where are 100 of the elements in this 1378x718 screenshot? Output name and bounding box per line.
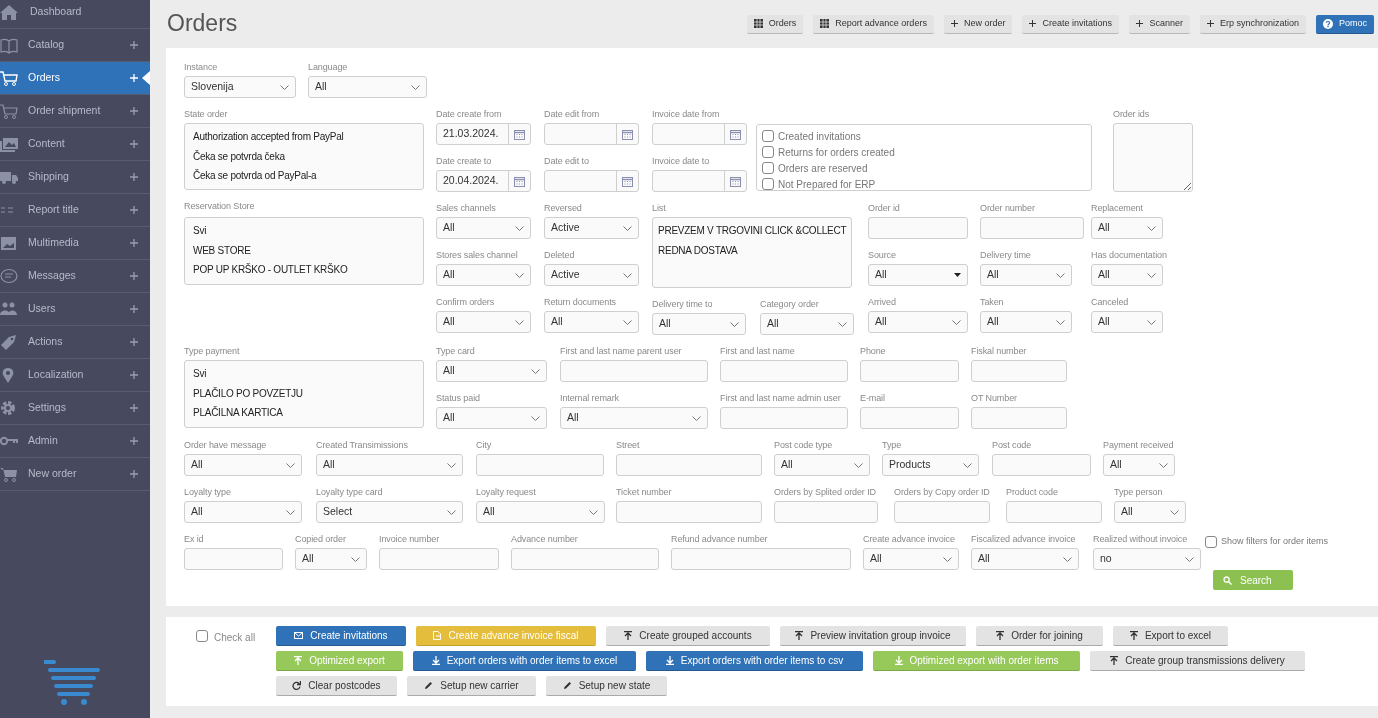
text-field[interactable]	[379, 548, 499, 570]
text-field[interactable]	[720, 360, 848, 382]
select-field[interactable]: All	[295, 548, 367, 570]
action-button[interactable]: Export orders with order items to excel	[413, 651, 636, 671]
text-field[interactable]	[184, 548, 283, 570]
text-field[interactable]	[1006, 501, 1102, 523]
date-field[interactable]	[544, 170, 639, 192]
text-field[interactable]	[511, 548, 659, 570]
sidebar-item[interactable]: Multimedia	[0, 227, 150, 260]
toolbar-button[interactable]: Orders	[746, 14, 804, 34]
text-field[interactable]	[894, 501, 990, 523]
select-field[interactable]: All	[436, 360, 547, 382]
text-field[interactable]	[720, 407, 848, 429]
sidebar-item[interactable]: Content	[0, 128, 150, 161]
action-button[interactable]: Create invitations	[276, 626, 406, 646]
list-option[interactable]: Authorization accepted from PayPal	[193, 127, 415, 147]
select-field[interactable]: All	[774, 454, 870, 476]
select-field[interactable]: Select	[316, 501, 463, 523]
text-field[interactable]	[980, 217, 1084, 239]
date-field[interactable]	[652, 170, 747, 192]
sidebar-item[interactable]: Shipping	[0, 161, 150, 194]
select-field[interactable]: All	[868, 311, 968, 333]
text-field[interactable]	[616, 454, 762, 476]
text-field[interactable]	[860, 407, 959, 429]
toolbar-button[interactable]: Scanner	[1129, 14, 1190, 34]
date-field[interactable]: 20.04.2024.	[436, 170, 531, 192]
select-field[interactable]: All	[863, 548, 959, 570]
select-field[interactable]: Products	[882, 454, 979, 476]
select-field[interactable]: All	[868, 264, 968, 286]
sidebar-item[interactable]: Order shipment	[0, 95, 150, 128]
sidebar-item[interactable]: Admin	[0, 425, 150, 458]
action-button[interactable]: Export to excel	[1113, 626, 1228, 646]
list-option[interactable]: PLAČILO PO POVZETJU	[193, 383, 415, 403]
select-field[interactable]: All	[560, 407, 708, 429]
sidebar-item[interactable]: Report title	[0, 194, 150, 227]
text-field[interactable]	[616, 501, 762, 523]
checkbox[interactable]	[1205, 536, 1217, 548]
text-field[interactable]	[671, 548, 851, 570]
text-area[interactable]	[1113, 123, 1193, 192]
toolbar-button[interactable]: Create invitations	[1022, 14, 1120, 34]
list-option[interactable]: Čeka se potvrda od PayPal-a	[193, 166, 415, 186]
sidebar-item[interactable]: Orders	[0, 62, 150, 95]
checkbox[interactable]	[196, 630, 208, 642]
toolbar-button[interactable]: Erp synchronization	[1199, 14, 1306, 34]
action-button[interactable]: Setup new state	[546, 676, 667, 696]
action-button[interactable]: Preview invitation group invoice	[780, 626, 966, 646]
select-field[interactable]: All	[980, 311, 1072, 333]
sidebar-item[interactable]: Dashboard	[0, 0, 150, 29]
toolbar-button[interactable]: Report advance orders	[813, 14, 934, 34]
text-field[interactable]	[774, 501, 878, 523]
sidebar-item[interactable]: Messages	[0, 260, 150, 293]
text-field[interactable]	[560, 360, 708, 382]
select-field[interactable]: All	[1091, 264, 1163, 286]
sidebar-item[interactable]: Actions	[0, 326, 150, 359]
sidebar-item[interactable]: Localization	[0, 359, 150, 392]
list-option[interactable]: Svi	[193, 364, 415, 384]
select-field[interactable]: All	[652, 313, 746, 335]
select-field[interactable]: All	[1091, 311, 1163, 333]
select-field[interactable]: All	[1114, 501, 1186, 523]
date-field[interactable]	[652, 123, 747, 145]
action-button[interactable]: Clear postcodes	[276, 676, 397, 696]
select-field[interactable]: All	[544, 311, 639, 333]
action-button[interactable]: Create group transmissions delivery	[1090, 651, 1305, 671]
select-field[interactable]: Active	[544, 264, 639, 286]
list-option[interactable]: PLAČILNA KARTICA	[193, 403, 415, 423]
date-field[interactable]: 21.03.2024.	[436, 123, 531, 145]
toolbar-button[interactable]: New order	[943, 14, 1013, 34]
list-option[interactable]: PREVZEM V TRGOVINI CLICK &COLLECT	[658, 221, 846, 241]
list-option[interactable]: WEB STORE	[193, 240, 415, 260]
toolbar-button[interactable]: Pomoc	[1316, 14, 1374, 34]
action-button[interactable]: Export orders with order items to csv	[646, 651, 863, 671]
action-button[interactable]: Create grouped accounts	[606, 626, 770, 646]
list-option[interactable]: REDNA DOSTAVA	[658, 240, 846, 260]
select-field[interactable]: All	[316, 454, 463, 476]
checkbox[interactable]	[762, 130, 774, 142]
sidebar-item[interactable]: New order	[0, 458, 150, 491]
select-field[interactable]: All	[184, 501, 302, 523]
checkbox[interactable]	[762, 146, 774, 158]
select-field[interactable]: no	[1093, 548, 1201, 570]
text-field[interactable]	[971, 407, 1067, 429]
date-field[interactable]	[544, 123, 639, 145]
text-field[interactable]	[868, 217, 968, 239]
select-field[interactable]: All	[760, 313, 854, 335]
select-field[interactable]: Active	[544, 217, 639, 239]
sidebar-item[interactable]: Settings	[0, 392, 150, 425]
list-option[interactable]: POP UP KRŠKO - OUTLET KRŠKO	[193, 260, 415, 280]
checkbox[interactable]	[762, 162, 774, 174]
action-button[interactable]: Order for joining	[976, 626, 1103, 646]
checkbox[interactable]	[762, 178, 774, 190]
list-option[interactable]: Svi	[193, 221, 415, 241]
action-button[interactable]: Setup new carrier	[407, 676, 536, 696]
select-field[interactable]: All	[980, 264, 1072, 286]
select-field[interactable]: All	[1091, 217, 1163, 239]
select-field[interactable]: Slovenija	[184, 76, 296, 98]
select-field[interactable]: All	[308, 76, 427, 98]
text-field[interactable]	[476, 454, 604, 476]
select-field[interactable]: All	[184, 454, 302, 476]
select-field[interactable]: All	[436, 217, 531, 239]
text-field[interactable]	[992, 454, 1091, 476]
select-field[interactable]: All	[436, 311, 531, 333]
